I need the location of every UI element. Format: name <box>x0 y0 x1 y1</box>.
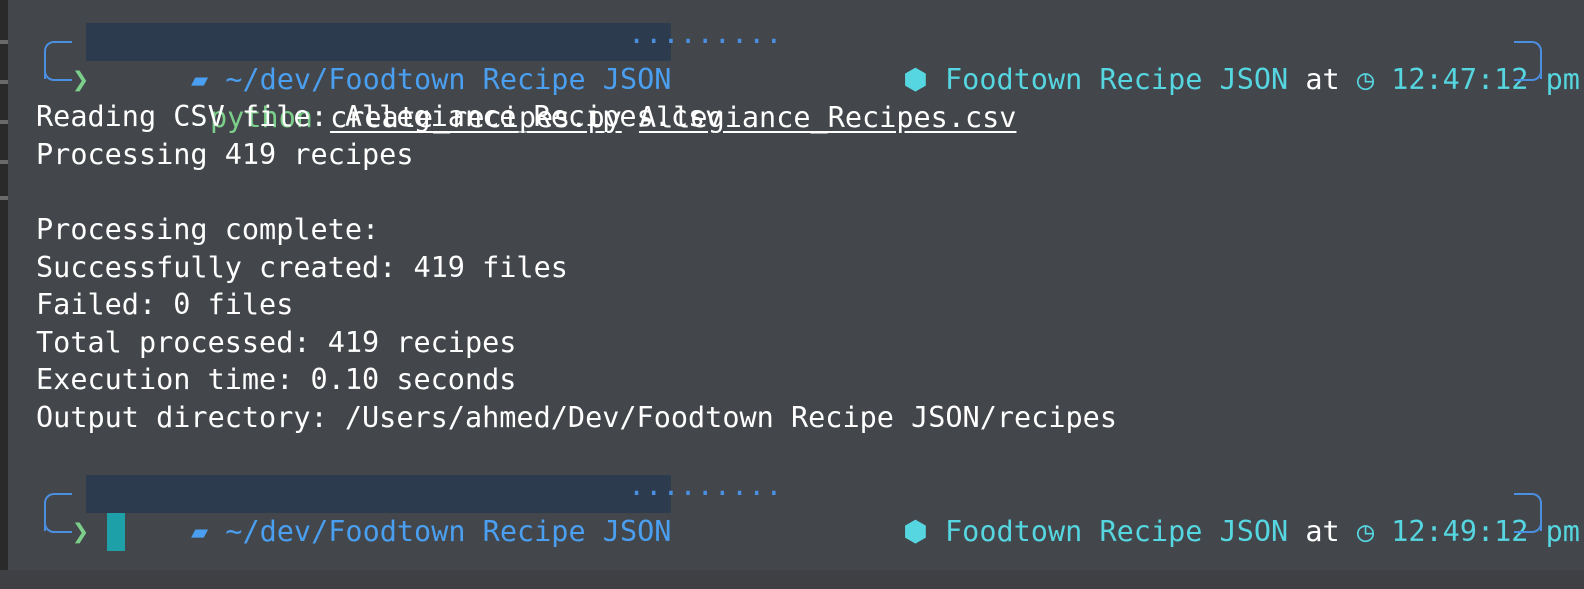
prompt-right-segment: ⬢ Foodtown Recipe JSON at ◷ 12:49:12 pm <box>800 475 1580 548</box>
prompt-time: 12:49:12 pm <box>1391 515 1580 548</box>
output-line: Processing 419 recipes <box>36 138 414 171</box>
prompt-bracket-bottom-left <box>44 513 72 533</box>
output-line: Total processed: 419 recipes <box>36 326 517 359</box>
at-label: at <box>1305 515 1340 548</box>
terminal-window[interactable]: ▰ ~/dev/Foodtown Recipe JSON ········· ⬢… <box>8 0 1584 570</box>
output-line: Failed: 0 files <box>36 288 294 321</box>
output-line: Successfully created: 419 files <box>36 251 568 284</box>
prompt-bracket-bottom-right <box>1514 513 1542 533</box>
command-line[interactable]: python create_recipes.py Allegiance_Reci… <box>107 61 1017 134</box>
path-segment: ▰ ~/dev/Foodtown Recipe JSON <box>86 475 672 548</box>
path-text: ~/dev/Foodtown Recipe JSON <box>225 515 672 548</box>
chevron-icon: ❯ <box>72 515 90 548</box>
folder-icon: ▰ <box>190 515 209 548</box>
prompt-time: 12:47:12 pm <box>1391 63 1580 96</box>
prompt-bracket-bottom-left <box>44 61 72 81</box>
prompt-right-segment: ⬢ Foodtown Recipe JSON at ◷ 12:47:12 pm <box>800 23 1580 96</box>
prompt-fill-dots: ········· <box>628 25 783 58</box>
output-line: Output directory: /Users/ahmed/Dev/Foodt… <box>36 401 1117 434</box>
output-line: Reading CSV file: Allegiance_Recipes.csv <box>36 100 723 133</box>
at-label: at <box>1305 63 1340 96</box>
node-icon: ⬢ <box>902 515 928 548</box>
output-line: Execution time: 0.10 seconds <box>36 363 517 396</box>
prompt-bracket-bottom-right <box>1514 61 1542 81</box>
chevron-icon: ❯ <box>72 63 90 96</box>
project-name: Foodtown Recipe JSON <box>945 515 1289 548</box>
prompt-fill-dots: ········· <box>628 477 783 510</box>
clock-icon: ◷ <box>1356 515 1375 548</box>
output-line: Processing complete: <box>36 213 380 246</box>
text-cursor[interactable] <box>107 513 125 551</box>
path-segment: ▰ ~/dev/Foodtown Recipe JSON <box>86 23 672 96</box>
clock-icon: ◷ <box>1356 63 1375 96</box>
window-edge <box>0 0 8 570</box>
